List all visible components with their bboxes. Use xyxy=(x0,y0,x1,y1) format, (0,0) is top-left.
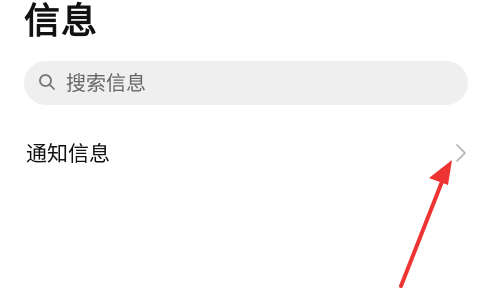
list-item-notification[interactable]: 通知信息 xyxy=(0,128,478,180)
search-icon xyxy=(39,74,55,90)
list-item-label: 通知信息 xyxy=(26,142,110,166)
search-bar[interactable] xyxy=(24,61,468,105)
page-title: 信息 xyxy=(24,1,99,42)
chevron-right-icon[interactable] xyxy=(455,143,467,163)
search-input[interactable] xyxy=(66,61,456,105)
